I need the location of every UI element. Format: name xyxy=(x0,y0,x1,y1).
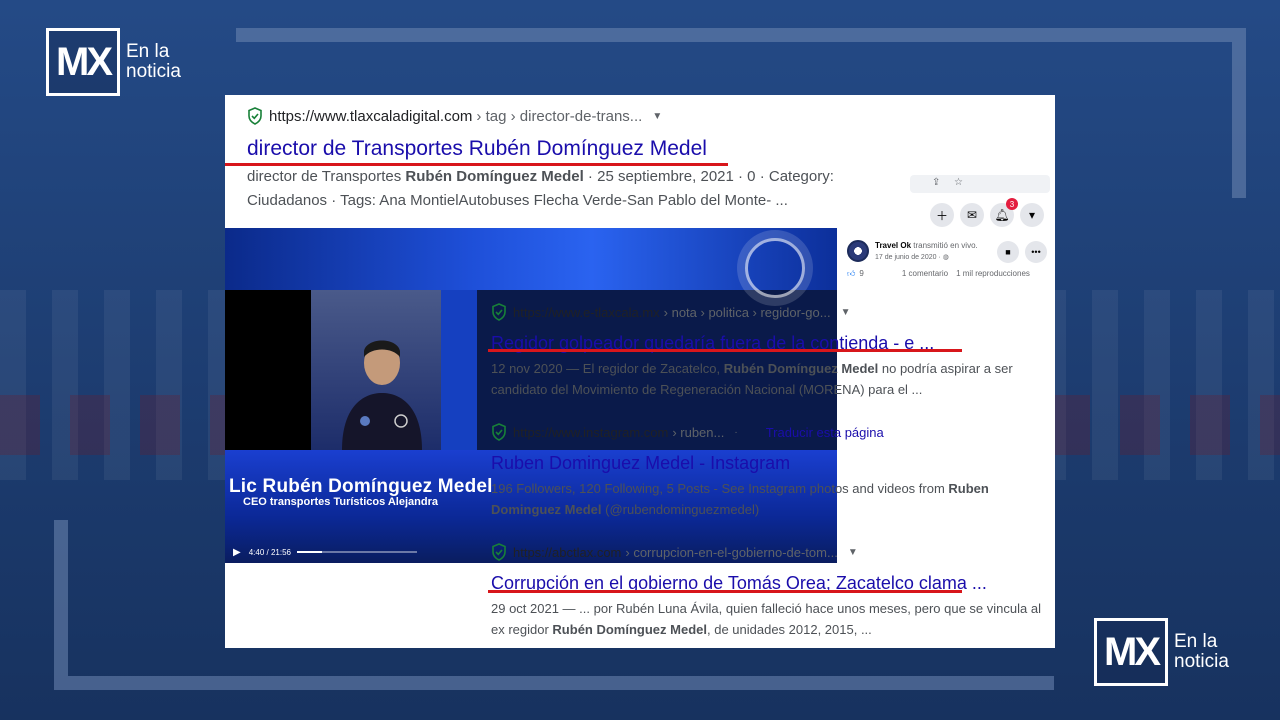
notification-badge: 3 xyxy=(1006,198,1018,210)
brand-logo-mx: MX xyxy=(56,39,113,84)
facebook-post-header: Travel Ok transmitió en vivo. 17 de juni… xyxy=(845,238,1055,288)
browser-tab-strip: ⇪ ☆ xyxy=(910,175,1050,193)
result-url[interactable]: https://www.instagram.com › ruben... · T… xyxy=(491,423,1051,441)
play-icon[interactable]: ▶ xyxy=(233,547,241,558)
screenshot-collage: https://www.tlaxcaladigital.com › tag › … xyxy=(225,95,1055,648)
more-options-icon[interactable]: ••• xyxy=(1025,241,1047,263)
result-path: › ruben... xyxy=(672,424,725,440)
globe-icon xyxy=(745,238,805,298)
post-date[interactable]: 17 de junio de 2020 · xyxy=(875,254,943,261)
brand-line1: En la xyxy=(126,41,170,62)
account-menu-button[interactable]: ▾ xyxy=(1020,203,1044,227)
result-title[interactable]: Ruben Dominguez Medel - Instagram xyxy=(491,453,1051,474)
video-progress-fill xyxy=(296,551,323,553)
result-url[interactable]: https://abctlax.com › corrupcion-en-el-g… xyxy=(491,543,1051,561)
result-domain: https://www.instagram.com xyxy=(513,424,669,440)
chevron-down-icon[interactable]: ▼ xyxy=(652,111,662,122)
brand-logo-top: MX En la noticia xyxy=(46,28,181,96)
comment-count[interactable]: 1 comentario xyxy=(902,269,948,279)
brand-logo-box: MX xyxy=(46,28,120,96)
video-progress-bar[interactable] xyxy=(296,551,417,553)
brand-line1: En la xyxy=(1174,631,1218,652)
view-count: 1 mil reproducciones xyxy=(956,269,1030,278)
brand-line2: noticia xyxy=(126,61,181,82)
post-date-line: 17 de junio de 2020 · ◍ xyxy=(875,253,949,261)
shield-check-icon xyxy=(492,303,506,321)
notifications-button[interactable]: 🔔︎ 3 xyxy=(990,198,1018,227)
avatar[interactable] xyxy=(847,240,869,262)
translate-link[interactable]: Traducir esta página xyxy=(766,425,884,440)
facebook-toolbar: ⇪ ☆ ＋ ✉ 🔔︎ 3 ▾ xyxy=(910,175,1050,229)
share-icon[interactable]: ⇪ xyxy=(932,177,940,188)
separator-dot: · xyxy=(734,426,738,438)
star-icon[interactable]: ☆ xyxy=(954,177,963,188)
brand-logo-text: En la noticia xyxy=(126,42,181,82)
shield-check-icon xyxy=(248,107,262,125)
video-controls: ▶ 4:40 / 21:56 xyxy=(225,541,477,563)
bell-icon: 🔔︎ xyxy=(994,208,1010,222)
brand-line2: noticia xyxy=(1174,651,1229,672)
post-author[interactable]: Travel Ok xyxy=(875,241,911,250)
highlight-underline xyxy=(488,590,962,593)
result-snippet: 196 Followers, 120 Following, 5 Posts - … xyxy=(491,481,989,517)
highlight-underline xyxy=(488,349,962,352)
result-domain: https://abctlax.com xyxy=(513,544,622,560)
chevron-down-icon[interactable]: ▼ xyxy=(841,307,851,318)
result-snippet: 29 oct 2021 — ... por Rubén Luna Ávila, … xyxy=(491,601,1041,637)
result-path: › tag › director-de-trans... xyxy=(476,107,643,125)
create-button[interactable]: ＋ xyxy=(930,203,954,227)
video-time: 4:40 / 21:56 xyxy=(248,547,291,557)
globe-icon: ◍ xyxy=(942,254,949,261)
result-snippet: 12 nov 2020 — El regidor de Zacatelco, R… xyxy=(491,361,1013,397)
result-domain: https://www.e-tlaxcala.mx xyxy=(513,304,660,320)
post-action: transmitió en vivo. xyxy=(913,241,978,250)
result-url[interactable]: https://www.e-tlaxcala.mx › nota › polit… xyxy=(491,303,1051,321)
speaker-image xyxy=(342,340,422,450)
result-snippet: director de Transportes Rubén Domínguez … xyxy=(247,168,834,209)
brand-logo-mx: MX xyxy=(1104,629,1161,674)
search-result-3: https://www.instagram.com › ruben... · T… xyxy=(491,423,1051,520)
result-path: › nota › politica › regidor-go... xyxy=(663,304,831,320)
lock-icon[interactable]: ■ xyxy=(997,241,1019,263)
brand-logo-bottom: MX En la noticia xyxy=(1094,618,1229,686)
video-caption-name: Lic Rubén Domínguez Medel xyxy=(229,476,493,497)
result-url[interactable]: https://www.tlaxcaladigital.com › tag › … xyxy=(247,107,847,125)
shield-check-icon xyxy=(492,423,506,441)
chevron-down-icon[interactable]: ▼ xyxy=(848,547,858,558)
result-path: › corrupcion-en-el-gobierno-de-tom... xyxy=(625,544,838,560)
post-stats: 👍︎ 9 1 comentario 1 mil reproducciones xyxy=(847,269,1052,279)
highlight-underline xyxy=(225,163,728,166)
like-icon: 👍︎ xyxy=(847,269,856,278)
brand-logo-box: MX xyxy=(1094,618,1168,686)
brand-logo-text: En la noticia xyxy=(1174,632,1229,672)
like-count[interactable]: 9 xyxy=(859,269,863,279)
post-author-line: Travel Ok transmitió en vivo. xyxy=(875,241,978,250)
shield-check-icon xyxy=(492,543,506,561)
result-title[interactable]: director de Transportes Rubén Domínguez … xyxy=(247,137,847,161)
result-domain: https://www.tlaxcaladigital.com xyxy=(269,107,473,125)
search-result-1: https://www.tlaxcaladigital.com › tag › … xyxy=(247,107,847,213)
video-caption-role: CEO transportes Turísticos Alejandra xyxy=(243,496,438,508)
video-frame-right xyxy=(441,290,477,450)
messenger-icon[interactable]: ✉ xyxy=(960,203,984,227)
video-frame-left xyxy=(225,290,311,450)
